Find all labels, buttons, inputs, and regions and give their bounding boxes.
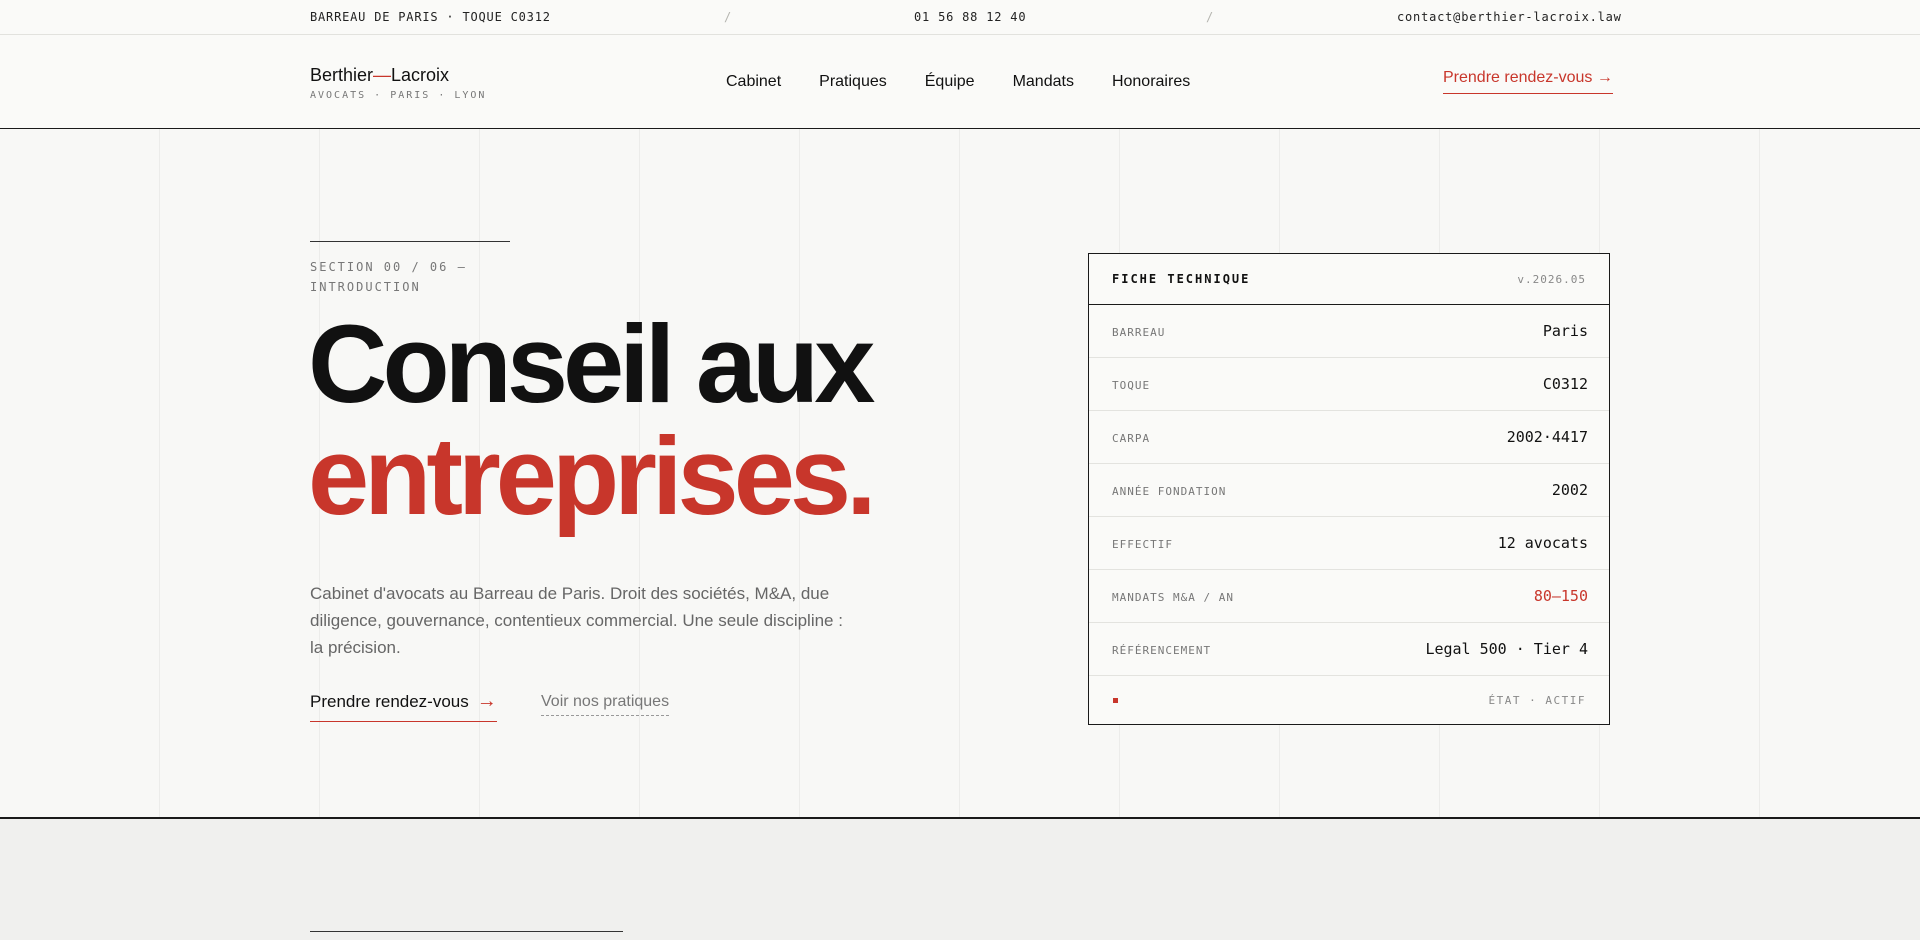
- appointment-button-label: Prendre rendez-vous: [310, 692, 469, 711]
- status-dot-icon: [1113, 698, 1118, 703]
- spec-key: ANNÉE FONDATION: [1112, 485, 1227, 498]
- headline-line-2: entreprises.: [308, 415, 877, 538]
- topbar-separator: /: [1206, 10, 1215, 24]
- practices-link[interactable]: Voir nos pratiques: [541, 693, 670, 716]
- spec-key: BARREAU: [1112, 326, 1166, 339]
- spec-value: Legal 500 · Tier 4: [1425, 640, 1588, 658]
- header-appointment-button[interactable]: Prendre rendez-vous →: [1443, 69, 1613, 94]
- spec-card-footer: ÉTAT · ACTIF: [1089, 676, 1609, 724]
- spec-value: 80–150: [1533, 587, 1588, 605]
- hero-lead: Cabinet d'avocats au Barreau de Paris. D…: [310, 584, 843, 657]
- spec-card: FICHE TECHNIQUE v.2026.05 BARREAU Paris …: [1088, 253, 1610, 725]
- page-title: Conseil aux entreprises.: [308, 303, 877, 538]
- eyebrow-rule: [310, 241, 510, 242]
- main-nav: Cabinet Pratiques Équipe Mandats Honorai…: [726, 73, 1190, 91]
- spec-row: TOQUE C0312: [1089, 358, 1609, 411]
- top-bar: BARREAU DE PARIS · TOQUE C0312 / 01 56 8…: [0, 0, 1920, 35]
- nav-item-honoraires[interactable]: Honoraires: [1112, 73, 1190, 91]
- nav-item-pratiques[interactable]: Pratiques: [819, 73, 887, 91]
- next-section: [0, 819, 1920, 940]
- section-rule: [310, 931, 623, 932]
- spec-card-title: FICHE TECHNIQUE: [1112, 272, 1251, 286]
- spec-card-header: FICHE TECHNIQUE v.2026.05: [1089, 254, 1609, 305]
- phone-link[interactable]: 01 56 88 12 40: [914, 10, 1026, 24]
- nav-item-cabinet[interactable]: Cabinet: [726, 73, 781, 91]
- spec-row: RÉFÉRENCEMENT Legal 500 · Tier 4: [1089, 623, 1609, 676]
- spec-value: C0312: [1542, 375, 1588, 393]
- nav-item-mandats[interactable]: Mandats: [1013, 73, 1074, 91]
- site-header: Berthier—Lacroix AVOCATS · PARIS · LYON …: [0, 35, 1920, 129]
- spec-key: EFFECTIF: [1112, 538, 1173, 551]
- brand-name-part2: Lacroix: [391, 65, 450, 85]
- spec-card-version: v.2026.05: [1517, 273, 1586, 286]
- brand-dash: —: [373, 65, 392, 85]
- brand-name-part1: Berthier: [310, 65, 374, 85]
- nav-item-equipe[interactable]: Équipe: [925, 73, 975, 91]
- spec-row: EFFECTIF 12 avocats: [1089, 517, 1609, 570]
- grid-line: [159, 129, 160, 817]
- spec-value: 2002·4417: [1506, 428, 1588, 446]
- headline-line-1: Conseil aux: [308, 303, 875, 426]
- spec-value: 2002: [1551, 481, 1588, 499]
- grid-line: [1759, 129, 1760, 817]
- hero-section: SECTION 00 / 06 — INTRODUCTION Conseil a…: [0, 129, 1920, 817]
- status-text: ÉTAT · ACTIF: [1488, 694, 1586, 707]
- spec-key: CARPA: [1112, 432, 1151, 445]
- bar-info: BARREAU DE PARIS · TOQUE C0312: [310, 10, 551, 24]
- brand-logo[interactable]: Berthier—Lacroix AVOCATS · PARIS · LYON: [310, 65, 486, 101]
- topbar-separator: /: [724, 10, 733, 24]
- email-link[interactable]: contact@berthier-lacroix.law: [1397, 10, 1622, 24]
- arrow-right-icon: →: [476, 690, 497, 712]
- brand-subtitle: AVOCATS · PARIS · LYON: [310, 90, 487, 101]
- grid-line: [959, 129, 960, 817]
- spec-row: ANNÉE FONDATION 2002: [1089, 464, 1609, 517]
- spec-key: TOQUE: [1112, 379, 1151, 392]
- appointment-button[interactable]: Prendre rendez-vous →: [310, 690, 497, 722]
- spec-value: 12 avocats: [1497, 534, 1588, 552]
- spec-key: MANDATS M&A / AN: [1112, 591, 1234, 604]
- spec-row: BARREAU Paris: [1089, 305, 1609, 358]
- spec-row: MANDATS M&A / AN 80–150: [1089, 570, 1609, 623]
- spec-row: CARPA 2002·4417: [1089, 411, 1609, 464]
- spec-value: Paris: [1542, 322, 1588, 340]
- spec-key: RÉFÉRENCEMENT: [1112, 644, 1212, 657]
- section-eyebrow: SECTION 00 / 06 — INTRODUCTION: [310, 260, 467, 294]
